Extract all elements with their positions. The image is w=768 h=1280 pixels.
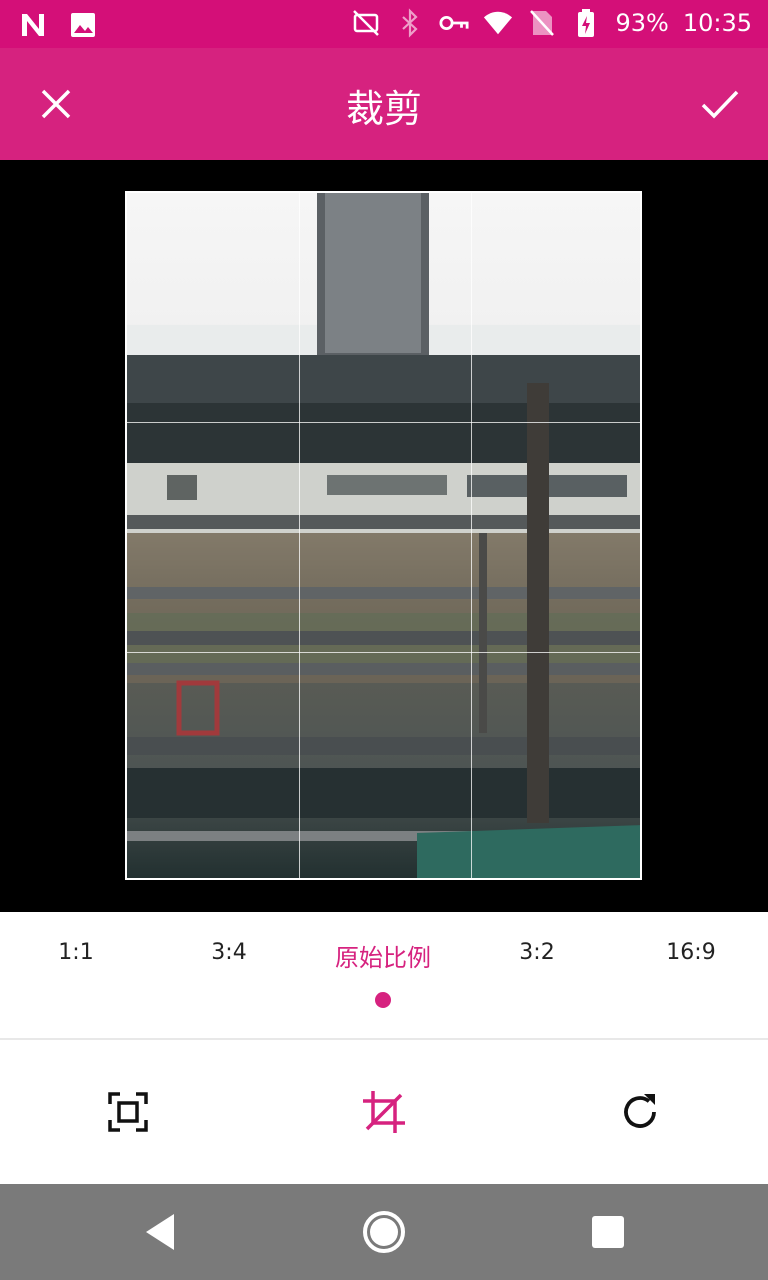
aspect-ratio-bar: 1:1 3:4 原始比例 3:2 16:9 bbox=[0, 912, 768, 1040]
fit-frame-icon bbox=[108, 1092, 148, 1132]
tool-bar bbox=[0, 1040, 768, 1184]
ratio-1-1[interactable]: 1:1 bbox=[58, 940, 93, 965]
vpn-key-icon bbox=[439, 8, 470, 38]
no-sim-icon bbox=[351, 8, 381, 38]
rotate-icon bbox=[624, 1094, 656, 1128]
recents-icon bbox=[592, 1216, 624, 1248]
navigation-bar bbox=[0, 1184, 768, 1280]
back-icon bbox=[146, 1214, 174, 1250]
crop-canvas[interactable] bbox=[0, 160, 768, 912]
image-notification-icon bbox=[68, 10, 98, 40]
battery-percent: 93% bbox=[615, 9, 669, 37]
ratio-3-2[interactable]: 3:2 bbox=[519, 940, 554, 965]
photo-scene bbox=[127, 193, 640, 878]
grid-line bbox=[299, 193, 300, 878]
crop-button[interactable] bbox=[360, 1088, 408, 1136]
ratio-3-4[interactable]: 3:4 bbox=[211, 940, 246, 965]
fit-frame-button[interactable] bbox=[104, 1088, 152, 1136]
back-button[interactable] bbox=[136, 1208, 184, 1256]
bluetooth-icon bbox=[395, 8, 425, 38]
clock: 10:35 bbox=[682, 9, 752, 37]
wifi-icon bbox=[483, 8, 513, 38]
grid-line bbox=[471, 193, 472, 878]
battery-charging-icon bbox=[571, 8, 601, 38]
check-icon bbox=[701, 90, 739, 119]
toolbar: 裁剪 bbox=[0, 48, 768, 160]
rotate-button[interactable] bbox=[616, 1088, 664, 1136]
ratio-original[interactable]: 原始比例 bbox=[335, 938, 431, 973]
crop-icon bbox=[363, 1091, 405, 1133]
ratio-16-9[interactable]: 16:9 bbox=[666, 940, 715, 965]
grid-line bbox=[127, 422, 640, 423]
n-notification-icon bbox=[18, 10, 48, 40]
home-icon bbox=[363, 1211, 405, 1253]
sim-blocked-icon bbox=[527, 8, 557, 38]
grid-line bbox=[127, 652, 640, 653]
crop-photo[interactable] bbox=[125, 191, 642, 880]
page-title: 裁剪 bbox=[345, 87, 422, 131]
home-button[interactable] bbox=[360, 1208, 408, 1256]
confirm-button[interactable] bbox=[696, 80, 744, 128]
status-bar: 93% 10:35 bbox=[0, 0, 768, 48]
selected-indicator bbox=[375, 992, 391, 1008]
recents-button[interactable] bbox=[584, 1208, 632, 1256]
